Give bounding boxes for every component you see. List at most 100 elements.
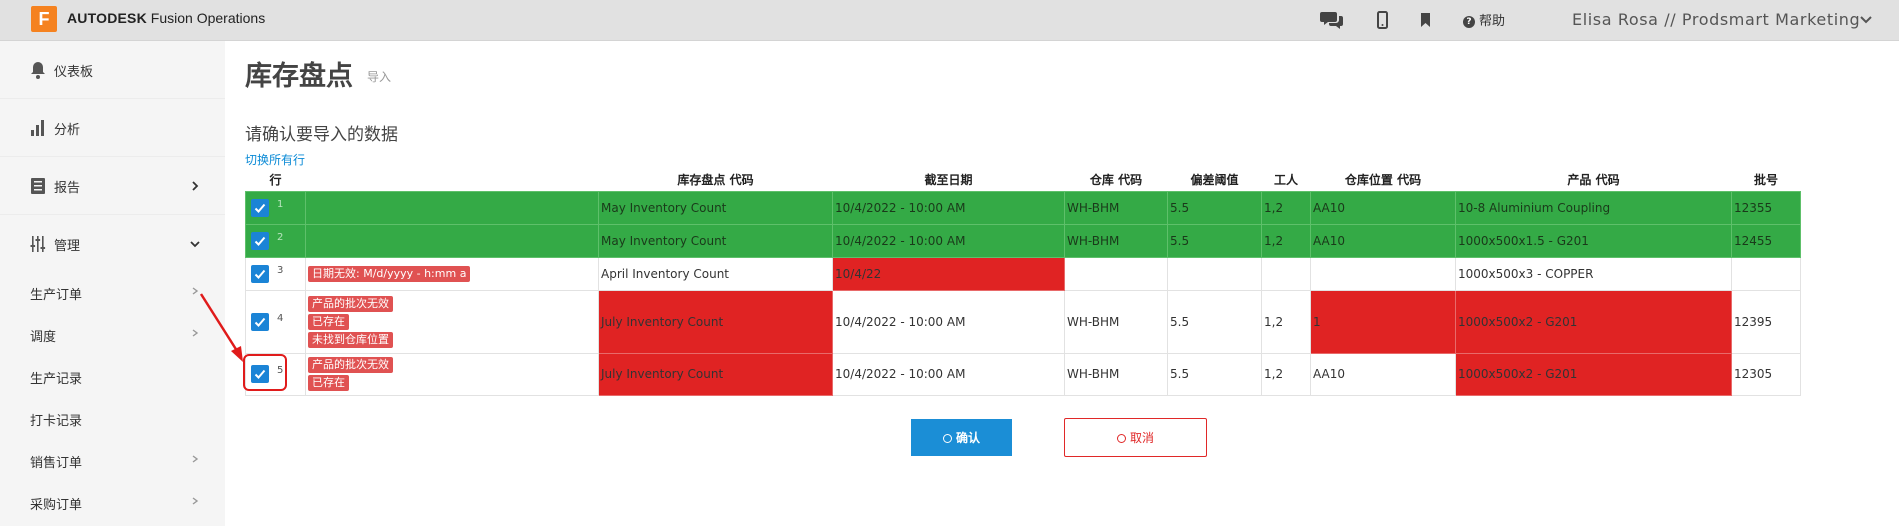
cell-count-code: May Inventory Count — [598, 223, 833, 258]
toggle-all-rows-link[interactable]: 切换所有行 — [245, 151, 305, 168]
error-badge: 已存在 — [308, 375, 349, 391]
col-header-product-code: 产品 代码 — [1455, 169, 1732, 191]
chevron-down-icon — [190, 241, 200, 248]
bell-icon — [31, 62, 45, 79]
cell-batch: 12455 — [1731, 223, 1801, 258]
cancel-button[interactable]: 取消 — [1064, 418, 1207, 457]
sidebar-item-reports[interactable]: 报告 — [0, 157, 225, 215]
col-header-warehouse-code: 仓库 代码 — [1064, 169, 1168, 191]
cell-as-of-date: 10/4/2022 - 10:00 AM — [832, 223, 1065, 258]
help-label: 帮助 — [1479, 14, 1506, 29]
col-header-workers: 工人 — [1261, 169, 1311, 191]
cell-workers — [1261, 256, 1311, 291]
fusion-logo-icon[interactable]: F — [31, 6, 57, 32]
chevron-right-icon — [192, 497, 199, 505]
cell-workers: 1,2 — [1261, 190, 1311, 225]
check-icon — [254, 236, 266, 246]
cell-as-of-date: 10/4/22 — [832, 256, 1065, 291]
row-select-cell[interactable]: 3 — [245, 256, 306, 291]
col-header-location-code: 仓库位置 代码 — [1310, 169, 1456, 191]
sidebar-subitem-label: 生产订单 — [30, 288, 83, 303]
report-icon — [31, 178, 45, 194]
page-title: 库存盘点 — [245, 61, 353, 92]
chevron-right-icon — [192, 181, 199, 191]
sidebar-item-analysis[interactable]: 分析 — [0, 99, 225, 157]
sidebar-subitem-clock-records[interactable]: 打卡记录 — [0, 397, 225, 439]
table-header-row: 行 库存盘点 代码 截至日期 仓库 代码 偏差阈值 工人 仓库位置 代码 产品 … — [245, 169, 1801, 191]
cell-count-code: April Inventory Count — [598, 256, 833, 291]
user-menu[interactable]: Elisa Rosa // Prodsmart Marketing — [1572, 10, 1860, 29]
row-number: 2 — [277, 231, 284, 243]
row-number: 1 — [277, 198, 284, 210]
cell-batch: 12305 — [1731, 352, 1801, 396]
sidebar-subitem-scheduling[interactable]: 调度 — [0, 313, 225, 355]
help-link[interactable]: ? 帮助 — [1463, 10, 1505, 29]
cell-product-code: 1000x500x3 - COPPER — [1455, 256, 1732, 291]
top-bar: F AUTODESK Fusion Operations ? 帮助 Elisa R… — [0, 0, 1899, 41]
row-errors-cell: 日期无效: M/d/yyyy - h:mm a — [305, 256, 599, 291]
cell-threshold: 5.5 — [1167, 223, 1262, 258]
cell-count-code: July Inventory Count — [598, 289, 833, 354]
row-checkbox[interactable] — [251, 198, 269, 217]
close-circle-icon — [1116, 434, 1126, 443]
cell-location-code: AA10 — [1310, 352, 1456, 396]
page-subtitle: 导入 — [367, 70, 392, 84]
table-row: 2 May Inventory Count 10/4/2022 - 10:00 … — [245, 223, 1801, 258]
error-badge: 日期无效: M/d/yyyy - h:mm a — [308, 265, 471, 282]
row-checkbox[interactable] — [251, 264, 269, 283]
cell-warehouse-code: WH-BHM — [1064, 190, 1168, 225]
cell-workers: 1,2 — [1261, 352, 1311, 396]
cell-count-code: July Inventory Count — [598, 352, 833, 396]
cell-as-of-date: 10/4/2022 - 10:00 AM — [832, 289, 1065, 354]
cell-workers: 1,2 — [1261, 223, 1311, 258]
sidebar-subitem-production-orders[interactable]: 生产订单 — [0, 271, 225, 313]
row-errors-cell: 产品的批次无效 已存在 — [305, 352, 599, 396]
cell-warehouse-code — [1064, 256, 1168, 291]
sidebar-subitem-label: 调度 — [30, 330, 57, 345]
col-header-row: 行 — [245, 169, 306, 191]
bar-chart-icon — [31, 120, 44, 136]
cancel-button-label: 取消 — [1129, 431, 1154, 445]
cell-batch — [1731, 256, 1801, 291]
sidebar-item-dashboard[interactable]: 仪表板 — [0, 41, 225, 99]
confirm-button[interactable]: 确认 — [911, 419, 1012, 456]
brand-name: AUTODESK Fusion Operations — [67, 10, 265, 26]
sidebar-subitem-production-records[interactable]: 生产记录 — [0, 355, 225, 397]
row-checkbox[interactable] — [251, 231, 269, 250]
sidebar-subitem-label: 采购订单 — [30, 498, 83, 513]
cell-warehouse-code: WH-BHM — [1064, 223, 1168, 258]
sliders-icon — [30, 236, 46, 252]
row-number: 3 — [277, 264, 284, 276]
table-row: 3 日期无效: M/d/yyyy - h:mm a April Inventor… — [245, 256, 1801, 291]
col-header-batch: 批号 — [1731, 169, 1801, 191]
cell-location-code — [1310, 256, 1456, 291]
sidebar-item-label: 报告 — [54, 181, 81, 196]
cell-product-code: 1000x500x2 - G201 — [1455, 289, 1732, 354]
sidebar-item-label: 分析 — [54, 123, 81, 138]
row-select-cell[interactable]: 2 — [245, 223, 306, 258]
sidebar-subitem-purchase-orders[interactable]: 采购订单 — [0, 481, 225, 523]
sidebar-item-label: 管理 — [54, 239, 81, 254]
row-errors-cell: 产品的批次无效 已存在 未找到仓库位置 — [305, 289, 599, 354]
sidebar: 仪表板 分析 报告 管理 生产订单 调度 生产记录 打卡记录 销售订单 采购订单 — [0, 41, 225, 526]
sidebar-item-manage[interactable]: 管理 — [0, 215, 225, 273]
brand-strong: AUTODESK — [67, 10, 147, 26]
chevron-down-icon[interactable] — [1859, 13, 1873, 27]
chat-icon[interactable] — [1320, 10, 1344, 30]
cell-warehouse-code: WH-BHM — [1064, 289, 1168, 354]
import-table: 行 库存盘点 代码 截至日期 仓库 代码 偏差阈值 工人 仓库位置 代码 产品 … — [245, 169, 1801, 396]
bookmark-icon[interactable] — [1413, 10, 1437, 30]
cell-threshold — [1167, 256, 1262, 291]
cell-threshold: 5.5 — [1167, 190, 1262, 225]
sidebar-subitem-sales-orders[interactable]: 销售订单 — [0, 439, 225, 481]
cell-location-code: AA10 — [1310, 223, 1456, 258]
table-row: 4 产品的批次无效 已存在 未找到仓库位置 July Inventory Cou… — [245, 289, 1801, 354]
cell-threshold: 5.5 — [1167, 289, 1262, 354]
mobile-icon[interactable] — [1370, 10, 1394, 30]
cell-workers: 1,2 — [1261, 289, 1311, 354]
cell-batch: 12355 — [1731, 190, 1801, 225]
error-badge: 已存在 — [308, 313, 349, 330]
row-select-cell[interactable]: 1 — [245, 190, 306, 225]
cell-as-of-date: 10/4/2022 - 10:00 AM — [832, 190, 1065, 225]
cell-location-code: 1 — [1310, 289, 1456, 354]
